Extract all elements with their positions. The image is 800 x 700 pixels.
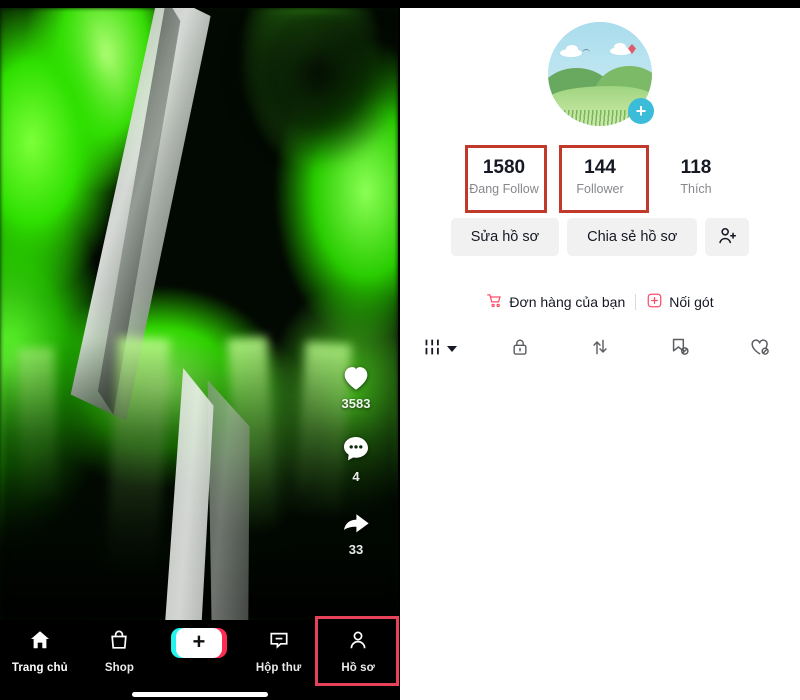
lock-icon xyxy=(510,336,530,363)
cloud-icon xyxy=(614,43,626,51)
dark-region-top xyxy=(218,8,398,266)
add-avatar-badge-icon[interactable]: + xyxy=(628,98,654,124)
heart-slash-icon xyxy=(749,336,771,363)
stat-following-value: 1580 xyxy=(482,157,526,178)
stat-likes[interactable]: 118 Thích xyxy=(648,150,744,202)
app-screenshot: 3583 4 33 Trang chủ Shop + Hộp thư Hồ sơ… xyxy=(0,0,800,700)
nav-label-shop: Shop xyxy=(104,662,134,674)
comment-count: 4 xyxy=(352,469,360,484)
inbox-icon xyxy=(267,628,291,657)
create-plus-icon[interactable]: + xyxy=(170,628,227,658)
video-action-rail: 3583 4 33 xyxy=(328,360,384,579)
shopping-cart-icon xyxy=(486,292,503,312)
profile-panel: + 1580 Đang Follow 144 Follower 118 Thíc… xyxy=(400,0,800,700)
home-icon xyxy=(28,628,52,657)
edit-profile-button[interactable]: Sửa hồ sơ xyxy=(450,218,560,256)
stat-following-label: Đang Follow xyxy=(469,181,539,196)
stat-followers-value: 144 xyxy=(584,157,616,178)
plus-glyph: + xyxy=(192,629,206,654)
nav-label-profile: Hồ sơ xyxy=(341,662,375,674)
orders-link[interactable]: Đơn hàng của bạn xyxy=(486,292,625,312)
plus-box-icon xyxy=(646,292,663,312)
share-action[interactable]: 33 xyxy=(328,506,384,557)
chevron-down-icon xyxy=(447,346,457,352)
stat-followers-label: Follower xyxy=(576,181,624,196)
nav-item-home[interactable]: Trang chủ xyxy=(0,628,80,684)
tab-private[interactable] xyxy=(480,330,560,368)
nav-item-profile[interactable]: Hồ sơ xyxy=(318,628,398,684)
stat-following[interactable]: 1580 Đang Follow xyxy=(456,150,552,202)
profile-stats: 1580 Đang Follow 144 Follower 118 Thích xyxy=(400,150,800,202)
link-divider xyxy=(635,294,637,310)
share-profile-button[interactable]: Chia sẻ hồ sơ xyxy=(567,218,698,256)
profile-content-tabs xyxy=(400,330,800,368)
orders-link-label: Đơn hàng của bạn xyxy=(509,294,626,310)
shop-bag-icon xyxy=(107,628,131,657)
profile-links: Đơn hàng của bạn Nối gót xyxy=(400,292,800,312)
nav-item-create[interactable]: + xyxy=(159,628,239,684)
tab-grid[interactable] xyxy=(400,330,480,368)
repost-arrows-icon xyxy=(590,336,610,363)
share-count: 33 xyxy=(348,542,364,557)
share-icon xyxy=(328,506,384,544)
stat-followers[interactable]: 144 Follower xyxy=(552,150,648,202)
nav-label-home: Trang chủ xyxy=(11,662,68,674)
person-icon xyxy=(346,628,370,657)
bookmark-slash-icon xyxy=(669,336,691,363)
tab-repost[interactable] xyxy=(560,330,640,368)
noi-got-link-label: Nối gót xyxy=(669,294,714,310)
profile-action-buttons: Sửa hồ sơ Chia sẻ hồ sơ xyxy=(400,218,800,256)
add-person-icon xyxy=(716,225,738,250)
like-action[interactable]: 3583 xyxy=(328,360,384,411)
grid-columns-icon xyxy=(423,338,443,361)
cloud-icon xyxy=(566,45,578,53)
comment-action[interactable]: 4 xyxy=(328,433,384,484)
stat-likes-label: Thích xyxy=(680,181,712,196)
heart-icon xyxy=(328,360,384,398)
video-feed-panel: 3583 4 33 Trang chủ Shop + Hộp thư Hồ sơ xyxy=(0,0,400,700)
tab-saved[interactable] xyxy=(640,330,720,368)
noi-got-link[interactable]: Nối gót xyxy=(646,292,714,312)
tab-liked[interactable] xyxy=(720,330,800,368)
bottom-navigation-bar: Trang chủ Shop + Hộp thư Hồ sơ xyxy=(0,620,398,700)
add-friend-button[interactable] xyxy=(705,218,750,256)
bird-icon xyxy=(581,48,591,54)
nav-item-shop[interactable]: Shop xyxy=(80,628,160,684)
home-indicator xyxy=(132,692,268,697)
like-count: 3583 xyxy=(341,396,371,411)
avatar[interactable]: + xyxy=(548,22,654,126)
nav-item-inbox[interactable]: Hộp thư xyxy=(239,628,319,684)
comment-icon xyxy=(328,433,384,471)
stat-likes-value: 118 xyxy=(680,157,712,178)
status-bar xyxy=(0,0,800,8)
nav-label-inbox: Hộp thư xyxy=(255,662,302,674)
